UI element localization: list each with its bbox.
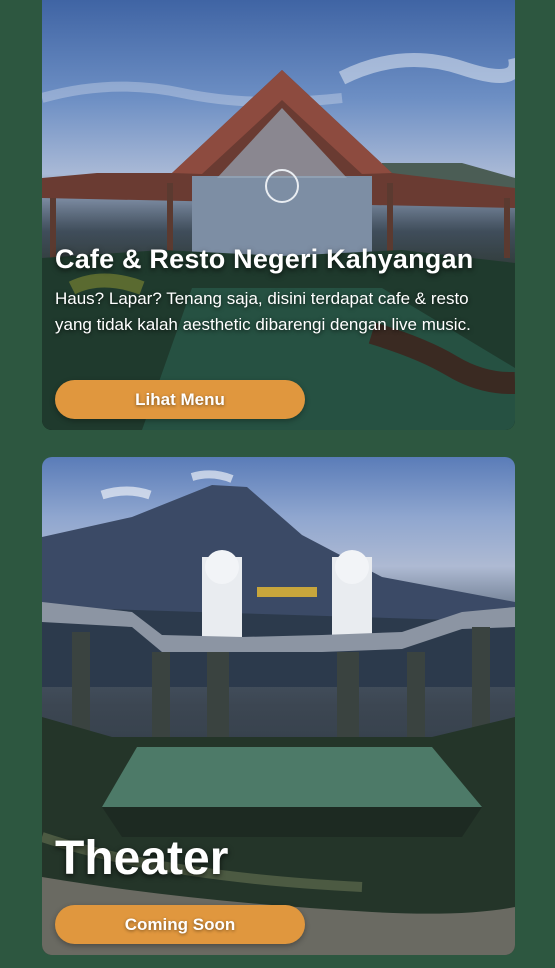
cafe-resto-card: Cafe & Resto Negeri Kahyangan Haus? Lapa… xyxy=(42,0,515,430)
coming-soon-button[interactable]: Coming Soon xyxy=(55,905,305,944)
theater-card: Theater Coming Soon xyxy=(42,457,515,955)
card-title: Cafe & Resto Negeri Kahyangan xyxy=(55,244,474,274)
cafe-building-photo xyxy=(42,53,515,430)
card-description: Haus? Lapar? Tenang saja, disini terdapa… xyxy=(55,289,471,334)
card-title: Theater xyxy=(55,832,229,885)
view-menu-button[interactable]: Lihat Menu xyxy=(55,380,305,419)
